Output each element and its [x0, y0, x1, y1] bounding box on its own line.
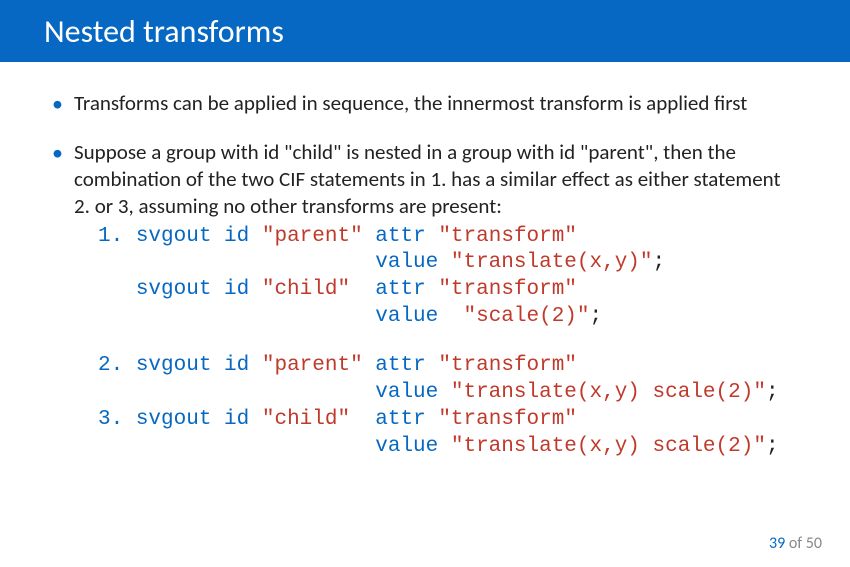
page-of: of — [789, 534, 802, 553]
code-keyword: value — [375, 381, 438, 404]
slide-title: Nested transforms — [44, 12, 284, 51]
code-string: "translate(x,y)" — [451, 251, 653, 274]
code-keyword: attr — [375, 354, 425, 377]
page-footer: 39 of 50 — [769, 534, 822, 553]
code-punct: ; — [590, 305, 603, 328]
code-keyword: svgout id — [136, 278, 249, 301]
slide-body: Transforms can be applied in sequence, t… — [0, 62, 850, 461]
code-number: 1. — [98, 225, 123, 248]
code-string: "translate(x,y) scale(2)" — [451, 435, 766, 458]
code-string: "transform" — [438, 408, 577, 431]
bullet-list: Transforms can be applied in sequence, t… — [52, 90, 798, 331]
code-keyword: attr — [375, 225, 425, 248]
code-string: "parent" — [262, 225, 363, 248]
code-string: "transform" — [438, 354, 577, 377]
code-punct: ; — [766, 435, 779, 458]
code-string: "translate(x,y) scale(2)" — [451, 381, 766, 404]
code-string: "scale(2)" — [463, 305, 589, 328]
page-total: 50 — [806, 534, 822, 553]
code-keyword: value — [375, 251, 438, 274]
code-keyword: value — [375, 305, 438, 328]
code-string: "parent" — [262, 354, 363, 377]
bullet-text: Suppose a group with id "child" is neste… — [74, 139, 781, 219]
code-keyword: svgout id — [136, 354, 249, 377]
code-string: "transform" — [438, 278, 577, 301]
bullet-item: Transforms can be applied in sequence, t… — [52, 90, 798, 117]
bullet-text: Transforms can be applied in sequence, t… — [74, 90, 747, 116]
code-punct: ; — [653, 251, 666, 274]
code-string: "child" — [262, 408, 350, 431]
code-number: 2. — [98, 354, 123, 377]
code-keyword: attr — [375, 278, 425, 301]
code-example-2: 2. svgout id "parent" attr "transform" v… — [98, 353, 798, 461]
code-number: 3. — [98, 408, 123, 431]
page-current: 39 — [769, 534, 785, 553]
code-keyword: value — [375, 435, 438, 458]
code-string: "child" — [262, 278, 350, 301]
code-punct: ; — [766, 381, 779, 404]
code-keyword: attr — [375, 408, 425, 431]
code-string: "transform" — [438, 225, 577, 248]
slide-title-bar: Nested transforms — [0, 0, 850, 62]
bullet-item: Suppose a group with id "child" is neste… — [52, 139, 798, 331]
code-keyword: svgout id — [136, 225, 249, 248]
code-example-1: 1. svgout id "parent" attr "transform" v… — [98, 224, 798, 332]
code-keyword: svgout id — [136, 408, 249, 431]
